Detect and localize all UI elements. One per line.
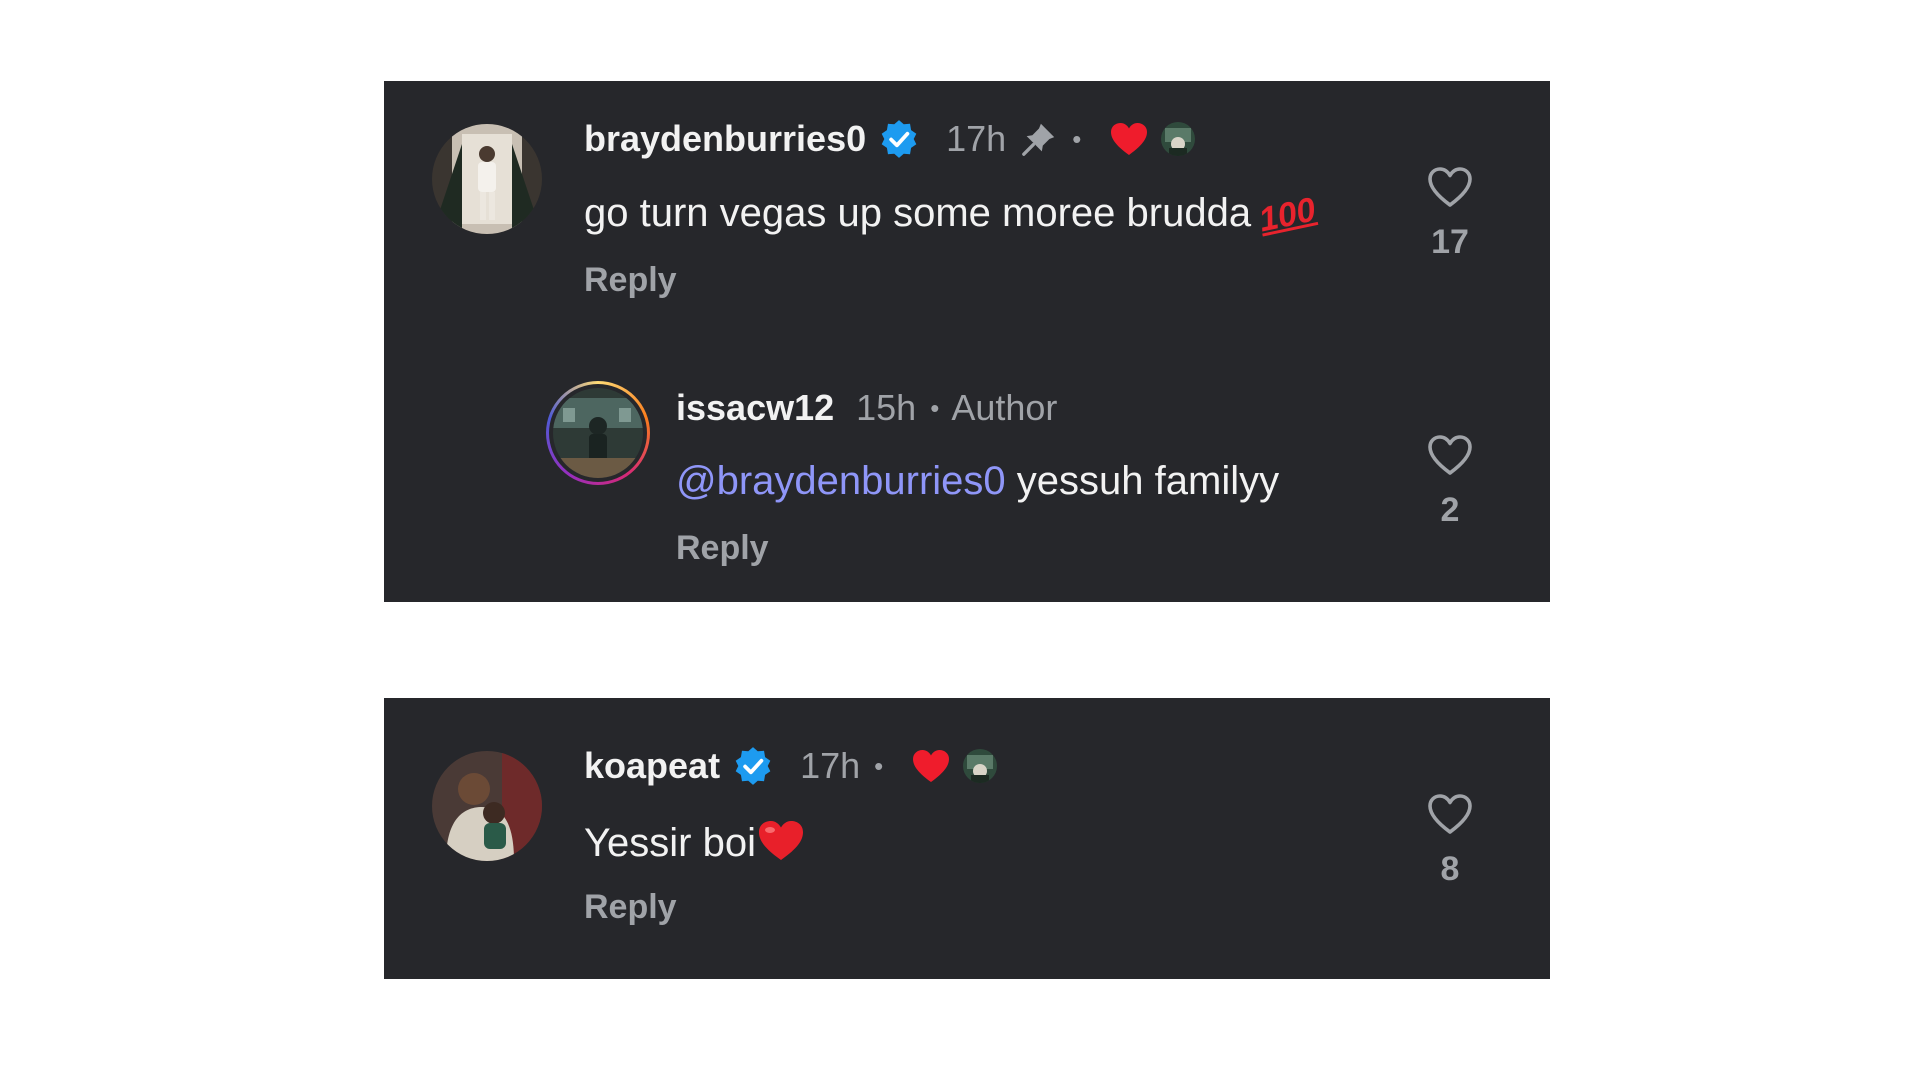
comment-thread-panel: braydenburries0 17h • go turn vegas up s… [384,81,1550,602]
author-mini-avatar [963,749,998,783]
comment-panel: koapeat 17h • Yessir boi Reply 8 [384,698,1550,979]
comment-body: Yessir boi [584,818,806,866]
verified-badge-icon [881,120,917,158]
reply-meta: issacw12 15h • Author [676,385,1057,431]
separator-dot: • [1072,123,1082,154]
mention-link[interactable]: @braydenburries0 [676,459,1006,503]
avatar[interactable] [432,751,542,861]
heart-outline-icon[interactable] [1426,792,1474,836]
comment-text: go turn vegas up some moree brudda [584,191,1252,235]
heart-outline-icon[interactable] [1426,433,1474,477]
hundred-points-emoji: 100 [1255,190,1320,240]
reply-text: yessuh familyy [1005,459,1280,503]
author-mini-avatar [1161,122,1196,156]
liked-by-author-heart-icon [913,750,950,782]
reply-button[interactable]: Reply [676,529,769,568]
avatar-photo [553,388,643,478]
like-area: 2 [1410,433,1490,530]
avatar-story-ring[interactable] [546,381,650,485]
liked-by-author-heart-icon [1111,123,1148,155]
like-area: 8 [1410,792,1490,889]
author-label: Author [951,387,1058,428]
pin-icon [1022,123,1055,156]
like-count: 2 [1440,491,1460,529]
avatar [553,388,643,478]
like-count: 17 [1431,223,1469,261]
comment-body: go turn vegas up some moree brudda 100 [584,191,1319,240]
separator-dot: • [930,392,940,423]
reply-body: @braydenburries0 yessuh familyy [676,459,1279,504]
verified-badge-icon [735,747,771,785]
reply-button[interactable]: Reply [584,888,677,927]
timestamp: 17h [800,745,861,786]
like-count: 8 [1440,850,1460,888]
comment-meta: braydenburries0 17h • [584,116,1196,162]
avatar-photo [432,124,542,234]
username[interactable]: braydenburries0 [584,118,866,160]
heart-outline-icon[interactable] [1426,165,1474,209]
username[interactable]: koapeat [584,745,720,787]
reply-button[interactable]: Reply [584,261,677,300]
comment-text: Yessir boi [584,821,756,865]
timestamp: 17h [946,118,1007,159]
red-heart-emoji [758,821,803,860]
timestamp: 15h [856,387,917,428]
comment-meta: koapeat 17h • [584,743,998,789]
avatar[interactable] [432,124,542,234]
avatar-photo [432,751,542,861]
separator-dot: • [874,750,884,781]
username[interactable]: issacw12 [676,387,834,429]
like-area: 17 [1410,165,1490,262]
